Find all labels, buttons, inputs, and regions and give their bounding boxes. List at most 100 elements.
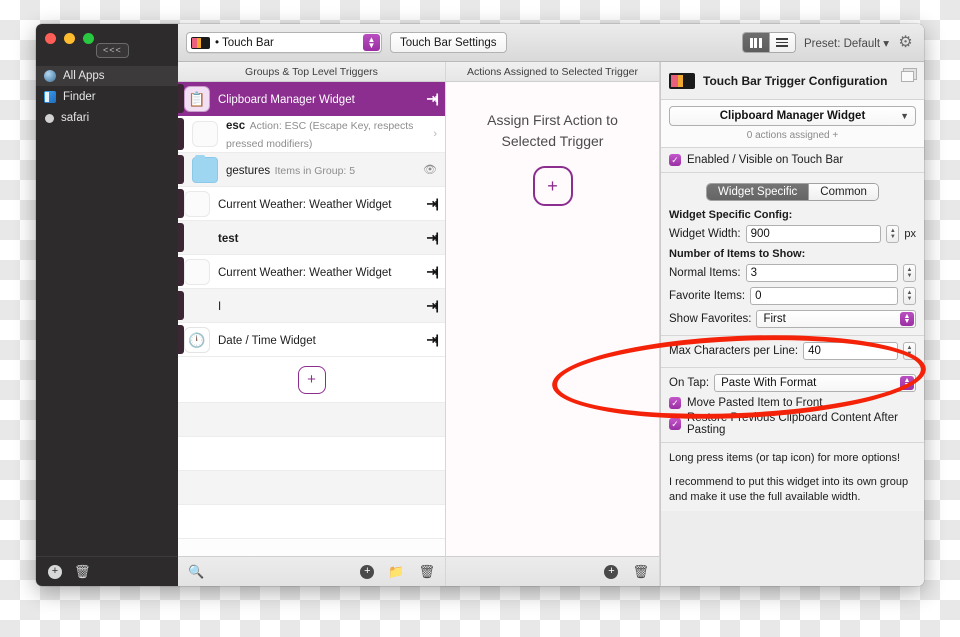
row-text: Current Weather: Weather Widget: [218, 263, 426, 281]
row-stripe: [178, 84, 184, 113]
normal-items-label: Normal Items:: [669, 267, 741, 279]
max-chars-stepper[interactable]: ▲ ▼: [903, 342, 916, 360]
chevron-right-icon[interactable]: ›: [433, 128, 437, 140]
minimize-button[interactable]: [64, 32, 75, 44]
preset-dropdown-stepper[interactable]: ▲ ▼: [363, 34, 380, 51]
plus-circle-icon[interactable]: +: [360, 564, 375, 579]
widget-specific-config-label: Widget Specific Config:: [669, 209, 793, 221]
config-body: Clipboard Manager Widget ▼ 0 actions ass…: [661, 100, 924, 586]
row-stripe: [178, 118, 184, 150]
arrow-in-icon[interactable]: ⇥|: [426, 264, 438, 280]
preset-label[interactable]: Preset: Default ▾: [804, 36, 889, 50]
zoom-button[interactable]: [83, 32, 94, 44]
note-recommendation: I recommend to put this widget into its …: [669, 476, 909, 503]
table-row[interactable]: gestures Items in Group: 5 👁: [178, 153, 445, 187]
sidebar-item-label: Finder: [63, 91, 96, 103]
add-action-button[interactable]: +: [532, 166, 573, 206]
arrow-in-icon[interactable]: ⇥|: [426, 230, 438, 246]
table-row[interactable]: Current Weather: Weather Widget ⇥|: [178, 187, 445, 221]
table-row[interactable]: Current Weather: Weather Widget ⇥|: [178, 255, 445, 289]
groups-footer: 🔍 + 📁 🗑: [178, 556, 445, 586]
config-panel: Touch Bar Trigger Configuration Clipboar…: [660, 62, 924, 586]
row-right: ⇥|: [426, 230, 445, 246]
favorite-items-input[interactable]: 0: [750, 287, 898, 305]
plus-circle-icon[interactable]: +: [48, 564, 62, 579]
arrow-in-icon[interactable]: ⇥|: [426, 91, 438, 107]
close-button[interactable]: [45, 32, 56, 44]
actions-empty-message: Assign First Action to Selected Trigger: [487, 110, 618, 152]
widget-width-input[interactable]: 900: [745, 225, 882, 243]
row-text: gestures Items in Group: 5: [226, 161, 423, 179]
title-bar-main: • Touch Bar ▲ ▼ Touch Bar Settings Preset…: [178, 24, 924, 62]
sidebar-item-finder[interactable]: Finder: [36, 87, 178, 107]
segmented-control[interactable]: Widget Specific Common: [706, 183, 879, 201]
collapse-sidebar-button[interactable]: <<<: [96, 42, 129, 58]
trash-icon[interactable]: 🗑: [632, 564, 649, 580]
row-stripe: [178, 325, 184, 354]
dot-icon: [45, 113, 54, 123]
touch-bar-settings-button[interactable]: Touch Bar Settings: [390, 32, 507, 53]
actions-column: Actions Assigned to Selected Trigger Ass…: [446, 62, 660, 586]
table-row[interactable]: esc Action: ESC (Escape Key, respects pr…: [178, 116, 445, 153]
max-chars-label: Max Characters per Line:: [669, 345, 799, 357]
row-subtitle: Action: ESC (Escape Key, respects presse…: [226, 120, 414, 150]
move-pasted-row[interactable]: ✓ Move Pasted Item to Front: [669, 397, 916, 409]
sidebar-item-all-apps[interactable]: All Apps: [36, 66, 178, 86]
plus-circle-icon[interactable]: +: [604, 564, 619, 579]
row-text: test: [218, 229, 426, 247]
tab-common[interactable]: Common: [808, 184, 878, 200]
arrow-in-icon[interactable]: ⇥|: [426, 298, 438, 314]
columns-view-icon[interactable]: [742, 33, 769, 52]
row-right: ⇥|: [426, 91, 445, 107]
trash-icon[interactable]: 🗑: [74, 564, 91, 580]
show-favorites-dropdown[interactable]: First ▲ ▼: [756, 310, 916, 328]
detach-window-icon[interactable]: [901, 68, 917, 82]
eye-icon[interactable]: 👁: [423, 163, 437, 176]
actions-assigned-label[interactable]: 0 actions assigned +: [669, 130, 916, 141]
widget-select-dropdown[interactable]: Clipboard Manager Widget ▼: [669, 106, 916, 126]
preset-dropdown[interactable]: • Touch Bar ▲ ▼: [186, 32, 382, 53]
empty-row: [178, 403, 445, 437]
trash-icon[interactable]: 🗑: [418, 564, 435, 580]
restore-clipboard-row[interactable]: ✓ Restore Previous Clipboard Content Aft…: [669, 412, 916, 436]
on-tap-value: Paste With Format: [721, 377, 817, 389]
sidebar-item-safari[interactable]: safari: [36, 108, 178, 128]
tabs-section: Widget Specific Common Widget Specific C…: [661, 173, 924, 336]
table-row[interactable]: 📋 Clipboard Manager Widget ⇥|: [178, 82, 445, 116]
new-folder-icon[interactable]: 📁: [388, 564, 404, 580]
checkbox-icon[interactable]: ✓: [669, 154, 681, 166]
gear-icon[interactable]: ⚙: [897, 34, 914, 51]
row-title: I: [218, 300, 222, 313]
empty-message-line1: Assign First Action to: [487, 112, 618, 128]
arrow-in-icon[interactable]: ⇥|: [426, 332, 438, 348]
normal-items-input[interactable]: 3: [745, 264, 898, 282]
search-icon[interactable]: 🔍: [188, 564, 204, 580]
tab-widget-specific[interactable]: Widget Specific: [707, 184, 809, 200]
widget-width-row: Widget Width: 900 ▲ ▼ px: [669, 225, 916, 243]
normal-items-stepper[interactable]: ▲ ▼: [903, 264, 916, 282]
app-window: <<< • Touch Bar ▲ ▼ Touch Bar Settings Pr…: [36, 24, 924, 586]
table-row[interactable]: test ⇥|: [178, 221, 445, 255]
row-right: ⇥|: [426, 332, 445, 348]
widget-select-value: Clipboard Manager Widget: [719, 110, 866, 122]
blank-icon: [184, 258, 210, 285]
arrow-in-icon[interactable]: ⇥|: [426, 196, 438, 212]
finder-icon: [44, 91, 56, 103]
widget-width-stepper[interactable]: ▲ ▼: [886, 225, 900, 243]
enabled-checkbox-row[interactable]: ✓ Enabled / Visible on Touch Bar: [669, 154, 916, 166]
sidebar-item-label: All Apps: [63, 70, 105, 82]
checkbox-icon[interactable]: ✓: [669, 397, 681, 409]
groups-column-header: Groups & Top Level Triggers: [178, 62, 445, 82]
view-mode-toggle[interactable]: [741, 32, 796, 53]
touch-bar-icon: [669, 72, 695, 89]
favorite-items-stepper[interactable]: ▲ ▼: [903, 287, 916, 305]
add-trigger-button[interactable]: +: [297, 365, 326, 394]
max-chars-input[interactable]: 40: [803, 342, 898, 360]
max-chars-row: Max Characters per Line: 40 ▲ ▼: [669, 342, 916, 360]
on-tap-dropdown[interactable]: Paste With Format ▲ ▼: [714, 374, 916, 392]
table-row[interactable]: 🕛 Date / Time Widget ⇥|: [178, 323, 445, 357]
list-view-icon[interactable]: [768, 33, 795, 52]
table-row[interactable]: I ⇥|: [178, 289, 445, 323]
row-text: Date / Time Widget: [218, 331, 426, 349]
checkbox-icon[interactable]: ✓: [669, 418, 681, 430]
